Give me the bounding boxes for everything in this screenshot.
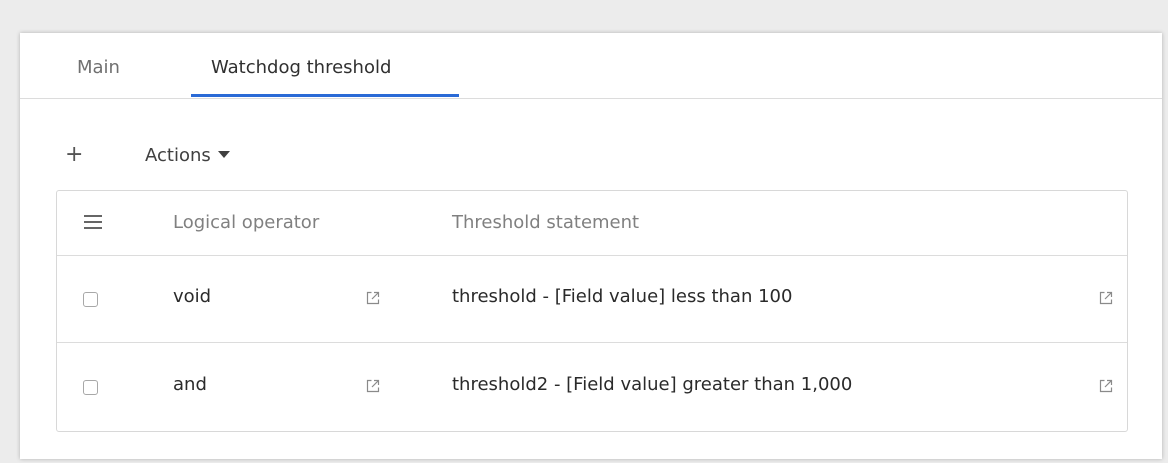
caret-down-icon — [217, 150, 230, 158]
external-link-icon[interactable] — [1098, 290, 1114, 306]
logical-operator-cell: and — [173, 374, 207, 395]
add-button[interactable]: + — [65, 144, 83, 166]
actions-label: Actions — [145, 145, 211, 166]
external-link-icon[interactable] — [365, 378, 381, 394]
row-checkbox[interactable] — [83, 380, 98, 395]
tab-watchdog-threshold[interactable]: Watchdog threshold — [211, 57, 391, 78]
column-header-threshold-statement[interactable]: Threshold statement — [452, 212, 639, 233]
tab-bar: Main Watchdog threshold — [20, 33, 1162, 99]
logical-operator-cell: void — [173, 286, 212, 307]
threshold-grid: Logical operator Threshold statement voi… — [56, 190, 1128, 432]
table-row[interactable]: void threshold - [Field value] less than… — [57, 256, 1127, 343]
active-tab-indicator — [191, 94, 459, 97]
grid-header-row: Logical operator Threshold statement — [57, 191, 1127, 256]
external-link-icon[interactable] — [365, 290, 381, 306]
row-checkbox[interactable] — [83, 292, 98, 307]
column-header-logical-operator[interactable]: Logical operator — [173, 212, 319, 233]
menu-icon[interactable] — [84, 215, 102, 229]
threshold-statement-cell: threshold2 - [Field value] greater than … — [452, 374, 853, 395]
actions-menu-button[interactable]: Actions — [145, 145, 230, 166]
table-row[interactable]: and threshold2 - [Field value] greater t… — [57, 343, 1127, 430]
external-link-icon[interactable] — [1098, 378, 1114, 394]
form-panel: Main Watchdog threshold + Actions Logica… — [20, 33, 1162, 459]
page: Main Watchdog threshold + Actions Logica… — [0, 0, 1168, 463]
tab-main[interactable]: Main — [77, 57, 120, 78]
threshold-statement-cell: threshold - [Field value] less than 100 — [452, 286, 793, 307]
